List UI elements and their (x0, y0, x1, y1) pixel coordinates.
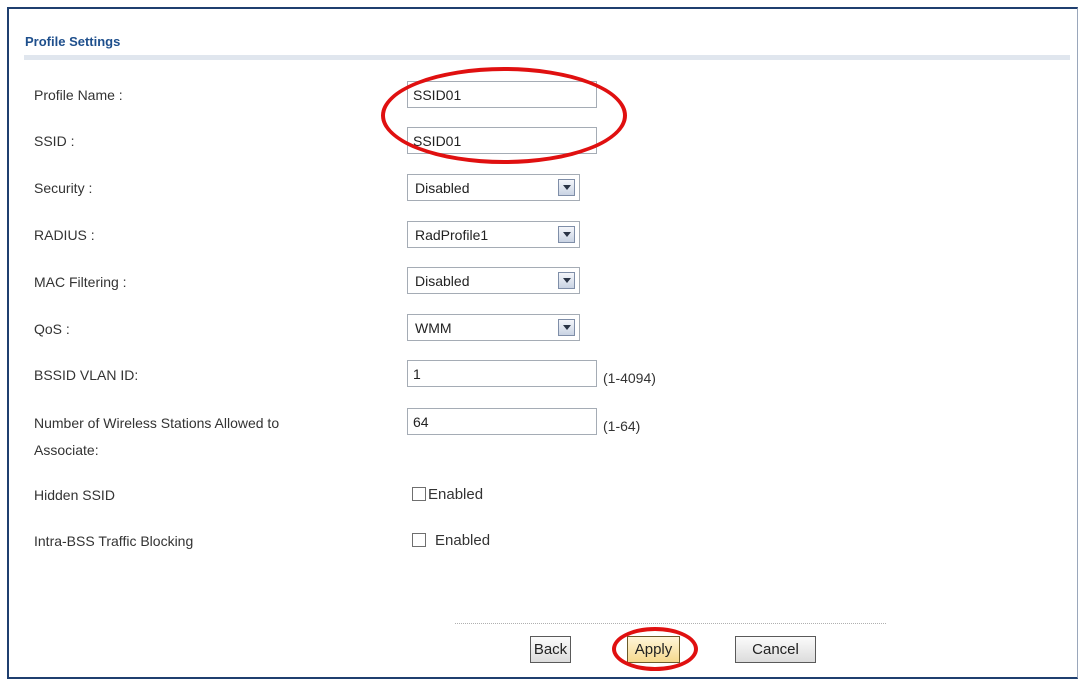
bssid-vlan-range: (1-4094) (603, 370, 656, 386)
qos-label: QoS : (34, 321, 70, 337)
stations-range: (1-64) (603, 418, 641, 434)
bssid-vlan-input[interactable]: 1 (407, 360, 597, 387)
title-divider (24, 55, 1070, 60)
security-select[interactable]: Disabled (407, 174, 580, 201)
chevron-down-icon[interactable] (558, 272, 575, 289)
apply-button[interactable]: Apply (627, 636, 680, 663)
security-label: Security : (34, 180, 93, 196)
chevron-down-icon[interactable] (558, 226, 575, 243)
radius-label: RADIUS : (34, 227, 95, 243)
intra-bss-checkbox-label: Enabled (435, 532, 491, 549)
radius-select[interactable]: RadProfile1 (407, 221, 580, 248)
stations-label-line1: Number of Wireless Stations Allowed to (34, 415, 280, 431)
profile-name-label: Profile Name : (34, 87, 123, 103)
mac-filtering-select[interactable]: Disabled (407, 267, 580, 294)
ssid-label: SSID : (34, 133, 75, 149)
mac-filtering-select-value: Disabled (415, 273, 470, 289)
hidden-ssid-checkbox[interactable] (412, 487, 426, 501)
intra-bss-label: Intra-BSS Traffic Blocking (34, 533, 194, 549)
back-button[interactable]: Back (530, 636, 571, 663)
section-title: Profile Settings (25, 34, 121, 49)
profile-name-input[interactable]: SSID01 (407, 81, 597, 108)
chevron-down-icon[interactable] (558, 179, 575, 196)
stations-label-line2: Associate: (34, 442, 99, 458)
ssid-input[interactable]: SSID01 (407, 127, 597, 154)
security-select-value: Disabled (415, 180, 470, 196)
hidden-ssid-checkbox-label: Enabled (428, 486, 484, 503)
chevron-down-icon[interactable] (558, 319, 575, 336)
bssid-vlan-label: BSSID VLAN ID: (34, 367, 139, 383)
cancel-button[interactable]: Cancel (735, 636, 816, 663)
radius-select-value: RadProfile1 (415, 227, 489, 243)
button-divider (455, 623, 886, 624)
intra-bss-checkbox[interactable] (412, 533, 426, 547)
hidden-ssid-label: Hidden SSID (34, 487, 115, 503)
stations-input[interactable]: 64 (407, 408, 597, 435)
qos-select[interactable]: WMM (407, 314, 580, 341)
mac-filtering-label: MAC Filtering : (34, 274, 127, 290)
qos-select-value: WMM (415, 320, 452, 336)
